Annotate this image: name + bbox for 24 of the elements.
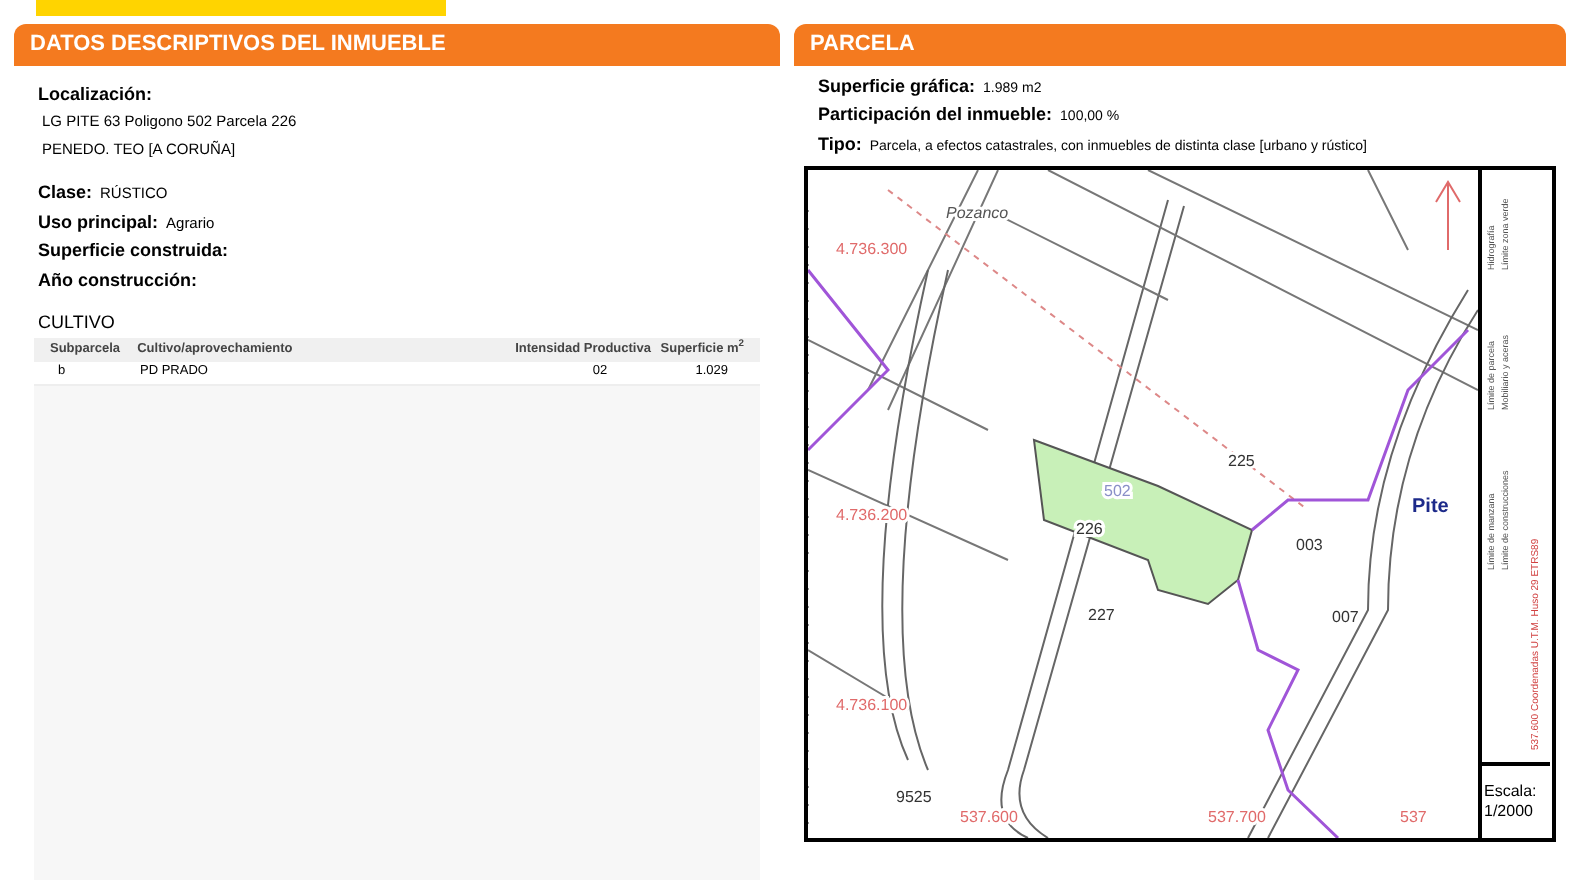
section-header: DATOS DESCRIPTIVOS DEL INMUEBLE [14,24,780,65]
field-label: Clase: [38,180,93,206]
field-label: Localización: [38,81,155,107]
section-title: CULTIVO [38,310,117,336]
field-label: Uso principal: [38,209,159,236]
map-label: 537 [1400,808,1427,826]
map-label: 007 [1332,608,1359,626]
field-label: Año construcción: [38,267,198,293]
map-label: Pite [1412,496,1449,518]
section-header: PARCELA [794,24,1566,65]
field-label: Participación del inmueble: [818,102,1053,128]
field-label: Superficie gráfica: [818,73,976,100]
field-label: Tipo: [818,131,862,158]
scale-value: 1/2000 [1484,802,1535,822]
map-label: 227 [1088,606,1115,624]
scale-label: Escala: [1484,782,1539,802]
map-label: 225 [1228,452,1255,470]
map-label: 9525 [896,788,932,806]
north-arrow-icon [1435,180,1461,251]
map-label: 502 [1104,482,1131,500]
map-label: 226 [1076,520,1103,538]
map-label: 4.736.300 [836,240,908,258]
field-label: Superficie construida: [38,238,229,264]
map-label: 003 [1296,536,1323,554]
